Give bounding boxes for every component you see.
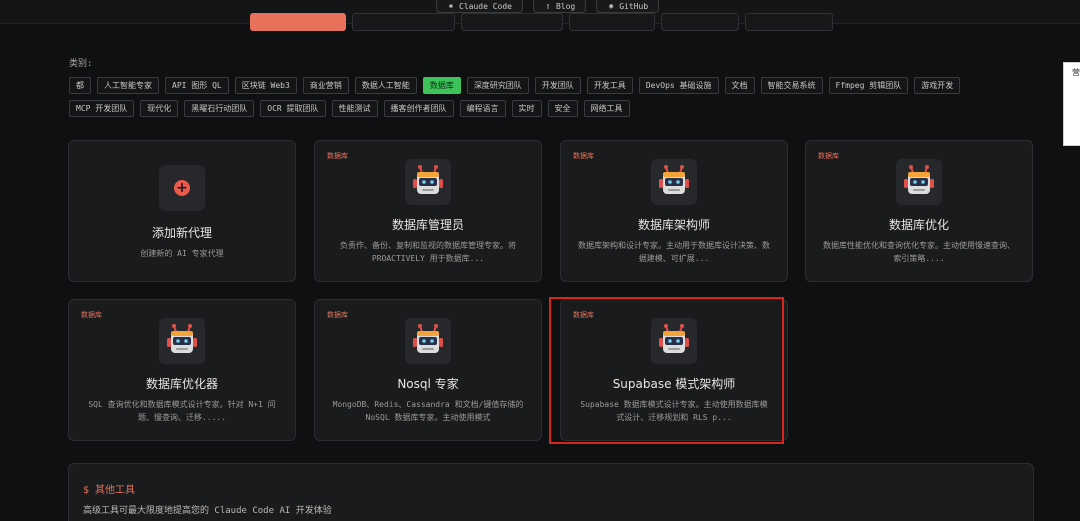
add-agent-desc: 创建新的 AI 专家代理 bbox=[140, 249, 224, 258]
category-tag[interactable]: 智能交易系统 bbox=[760, 77, 823, 94]
github-label: GitHub bbox=[619, 1, 649, 11]
category-tag[interactable]: 性能测试 bbox=[331, 100, 378, 117]
claude-code-button[interactable]: ✺ Claude Code bbox=[436, 0, 523, 13]
category-tag[interactable]: 实时 bbox=[511, 100, 542, 117]
section-tab[interactable] bbox=[661, 13, 739, 31]
section-tab[interactable] bbox=[461, 13, 563, 31]
category-tag[interactable]: Ffmpeg 剪辑团队 bbox=[828, 77, 909, 94]
agent-card[interactable]: 数据库数据库架构师数据库架构和设计专家。主动用于数据库设计决策、数据建模、可扩展… bbox=[560, 140, 788, 282]
section-tab-active[interactable] bbox=[250, 13, 346, 31]
section-tab[interactable] bbox=[352, 13, 455, 31]
agent-title: Supabase 模式架构师 bbox=[612, 377, 736, 391]
category-tag[interactable]: 深度研究团队 bbox=[466, 77, 529, 94]
agent-card[interactable]: 数据库 Nosql 专家 MongoDB、Redis、Cassandra 和文档/键… bbox=[314, 299, 542, 441]
robot-icon bbox=[651, 159, 697, 205]
claude-icon: ✺ bbox=[448, 2, 454, 10]
agent-card[interactable]: 数据库数据库优化器 SQL 查询优化和数据库模式设计专家。针对 N+1 问题、慢查… bbox=[68, 299, 296, 441]
blog-button[interactable]: ▯ Blog bbox=[532, 0, 587, 13]
agent-desc: 负责作、备份、复制和监视的数据库管理专家。将 PROACTIVELY 用于数据库… bbox=[340, 241, 516, 263]
category-tag[interactable]: 编程语言 bbox=[459, 100, 506, 117]
agent-title: 数据库优化 bbox=[888, 218, 949, 232]
robot-icon bbox=[159, 318, 205, 364]
category-badge: 数据库 bbox=[327, 311, 348, 319]
category-tag[interactable]: 开发团队 bbox=[534, 77, 581, 94]
top-nav: ✺ Claude Code ▯ Blog ◉ GitHub bbox=[436, 0, 660, 13]
category-badge: 数据库 bbox=[818, 152, 839, 160]
category-tag[interactable]: API 图形 QL bbox=[165, 77, 229, 94]
category-badge: 数据库 bbox=[327, 152, 348, 160]
github-button[interactable]: ◉ GitHub bbox=[596, 0, 660, 13]
agent-title: 数据库优化器 bbox=[145, 377, 218, 391]
category-tag[interactable]: 黑曜石行动团队 bbox=[184, 100, 255, 117]
category-badge: 数据库 bbox=[573, 152, 594, 160]
agent-card[interactable]: 数据库 Supabase 模式架构师 Supabase 数据库模式设计专家。主动使用… bbox=[560, 299, 788, 441]
claude-code-label: Claude Code bbox=[459, 1, 512, 11]
category-tag[interactable]: 安全 bbox=[547, 100, 578, 117]
section-tab[interactable] bbox=[745, 13, 833, 31]
category-tag[interactable]: 游戏开发 bbox=[914, 77, 961, 94]
tools-desc: 高级工具可最大限度地提高您的 Claude Code AI 开发体验 bbox=[83, 506, 332, 516]
tools-title: $ 其他工具 bbox=[83, 485, 136, 496]
robot-icon bbox=[896, 159, 942, 205]
other-tools-section: $ 其他工具 高级工具可最大限度地提高您的 Claude Code AI 开发体… bbox=[68, 463, 1034, 521]
category-tag[interactable]: 网络工具 bbox=[583, 100, 630, 117]
section-tabs bbox=[250, 13, 833, 31]
category-tag[interactable]: 开发工具 bbox=[586, 77, 633, 94]
section-tab[interactable] bbox=[569, 13, 655, 31]
robot-icon bbox=[405, 318, 451, 364]
add-agent-card[interactable]: + 添加新代理 创建新的 AI 专家代理 bbox=[68, 140, 296, 282]
category-badge: 数据库 bbox=[573, 311, 594, 319]
agent-card[interactable]: 数据库数据库优化数据库性能优化和查询优化专家。主动使用慢速查询、索引策略.... bbox=[805, 140, 1033, 282]
category-tags-row1: 都人工智能专家 API 图形 QL 区块链 Web3 商业营销 数据人工智能 数据库 深度研… bbox=[69, 77, 989, 94]
agent-title: 数据库架构师 bbox=[637, 218, 710, 232]
github-icon: ◉ bbox=[609, 2, 614, 10]
category-tag[interactable]: 数据库 bbox=[422, 77, 461, 94]
agent-title: 数据库管理员 bbox=[391, 218, 464, 232]
category-tag[interactable]: 现代化 bbox=[140, 100, 179, 117]
category-tag[interactable]: 人工智能专家 bbox=[97, 77, 159, 94]
category-tag[interactable]: 商业营销 bbox=[302, 77, 349, 94]
category-label: 类别: bbox=[69, 59, 93, 69]
agent-desc: 数据库架构和设计专家。主动用于数据库设计决策、数据建模、可扩展... bbox=[578, 241, 770, 263]
robot-icon bbox=[405, 159, 451, 205]
category-tag[interactable]: MCP 开发团队 bbox=[69, 100, 135, 117]
category-tag[interactable]: 数据人工智能 bbox=[354, 77, 417, 94]
plus-icon: + bbox=[174, 180, 190, 196]
category-badge: 数据库 bbox=[81, 311, 102, 319]
category-tag[interactable]: 文档 bbox=[724, 77, 755, 94]
agent-card[interactable]: 数据库数据库管理员负责作、备份、复制和监视的数据库管理专家。将 PROACTIV… bbox=[314, 140, 542, 282]
category-tag[interactable]: OCR 提取团队 bbox=[260, 100, 326, 117]
side-panel-text: 营 bbox=[1072, 68, 1080, 77]
agent-title: Nosql 专家 bbox=[397, 377, 459, 391]
category-tags-row2: MCP 开发团队 现代化 黑曜石行动团队 OCR 提取团队 性能测试 播客创作者团队 编程语… bbox=[69, 100, 989, 117]
agent-desc: SQL 查询优化和数据库模式设计专家。针对 N+1 问题、慢查询、迁移..... bbox=[88, 400, 276, 422]
document-icon: ▯ bbox=[545, 2, 551, 10]
category-tag[interactable]: 播客创作者团队 bbox=[383, 100, 454, 117]
agent-desc: 数据库性能优化和查询优化专家。主动使用慢速查询、索引策略.... bbox=[823, 241, 1015, 263]
add-icon-box: + bbox=[159, 165, 205, 211]
category-tag[interactable]: DevOps 基础设施 bbox=[638, 77, 719, 94]
blog-label: Blog bbox=[555, 1, 576, 11]
agent-desc: Supabase 数据库模式设计专家。主动使用数据库模式设计、迁移规划和 RLS… bbox=[580, 400, 768, 422]
robot-icon bbox=[651, 318, 697, 364]
agent-desc: MongoDB、Redis、Cassandra 和文档/键值存储的 NoSQL … bbox=[332, 400, 524, 422]
side-panel[interactable]: 营 bbox=[1063, 62, 1080, 146]
category-tag[interactable]: 区块链 Web3 bbox=[234, 77, 297, 94]
add-agent-title: 添加新代理 bbox=[151, 226, 212, 240]
category-tag[interactable]: 都 bbox=[69, 77, 91, 94]
